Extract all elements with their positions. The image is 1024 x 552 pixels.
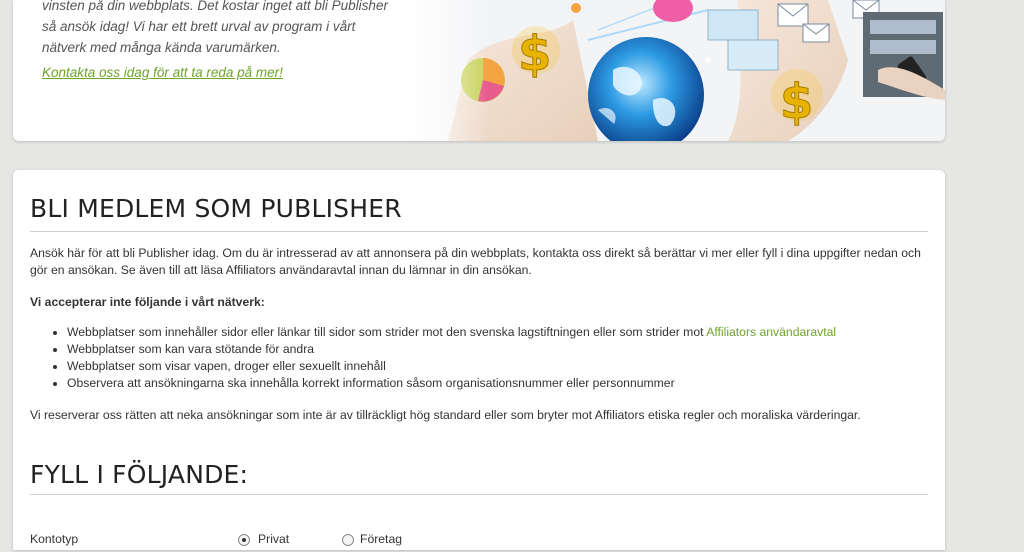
rule-text: Webbplatser som kan vara stötande för an…	[67, 342, 315, 356]
dollar-icon-left: $	[518, 26, 551, 82]
reservation-paragraph: Vi reserverar oss rätten att neka ansökn…	[30, 408, 861, 422]
rule-item: Webbplatser som visar vapen, droger elle…	[67, 358, 927, 375]
contact-us-link[interactable]: Kontakta oss idag för att ta reda på mer…	[42, 65, 283, 80]
account-type-row: Kontotyp Privat Företag	[30, 532, 930, 552]
rule-item: Webbplatser som kan vara stötande för an…	[67, 341, 927, 358]
radio-company[interactable]	[342, 534, 354, 546]
account-type-label: Kontotyp	[30, 532, 79, 546]
hero-line-2: så ansök idag! Vi har ett brett urval av…	[42, 19, 356, 34]
hero-banner: vinsten på din webbplats. Det kostar ing…	[13, 0, 945, 141]
hero-line-1: vinsten på din webbplats. Det kostar ing…	[42, 0, 388, 13]
hero-text: vinsten på din webbplats. Det kostar ing…	[42, 0, 402, 58]
rules-list: Webbplatser som innehåller sidor eller l…	[30, 324, 927, 392]
radio-company-label: Företag	[360, 532, 403, 546]
radio-private-label: Privat	[258, 532, 290, 546]
publisher-card: BLI MEDLEM SOM PUBLISHER Ansök här för a…	[13, 170, 945, 550]
rule-text: Webbplatser som innehåller sidor eller l…	[67, 325, 707, 339]
page-title: BLI MEDLEM SOM PUBLISHER	[30, 194, 402, 223]
dollar-icon-right: $	[780, 74, 813, 130]
intro-paragraph: Ansök här för att bli Publisher idag. Om…	[30, 246, 921, 277]
hero-illustration: $ $	[408, 0, 945, 141]
rule-item: Observera att ansökningarna ska innehåll…	[67, 375, 927, 392]
title-divider	[30, 231, 928, 232]
radio-private[interactable]	[238, 534, 250, 546]
form-divider	[30, 494, 928, 495]
rule-item: Webbplatser som innehåller sidor eller l…	[67, 324, 927, 341]
rule-text: Observera att ansökningarna ska innehåll…	[67, 376, 675, 390]
user-agreement-link[interactable]: Affiliators användaravtal	[706, 325, 836, 339]
form-title: FYLL I FÖLJANDE:	[30, 460, 249, 489]
hero-line-3: nätverk med många kända varumärken.	[42, 40, 281, 55]
rule-text: Webbplatser som visar vapen, droger elle…	[67, 359, 386, 373]
not-accepted-label: Vi accepterar inte följande i vårt nätve…	[30, 295, 265, 309]
